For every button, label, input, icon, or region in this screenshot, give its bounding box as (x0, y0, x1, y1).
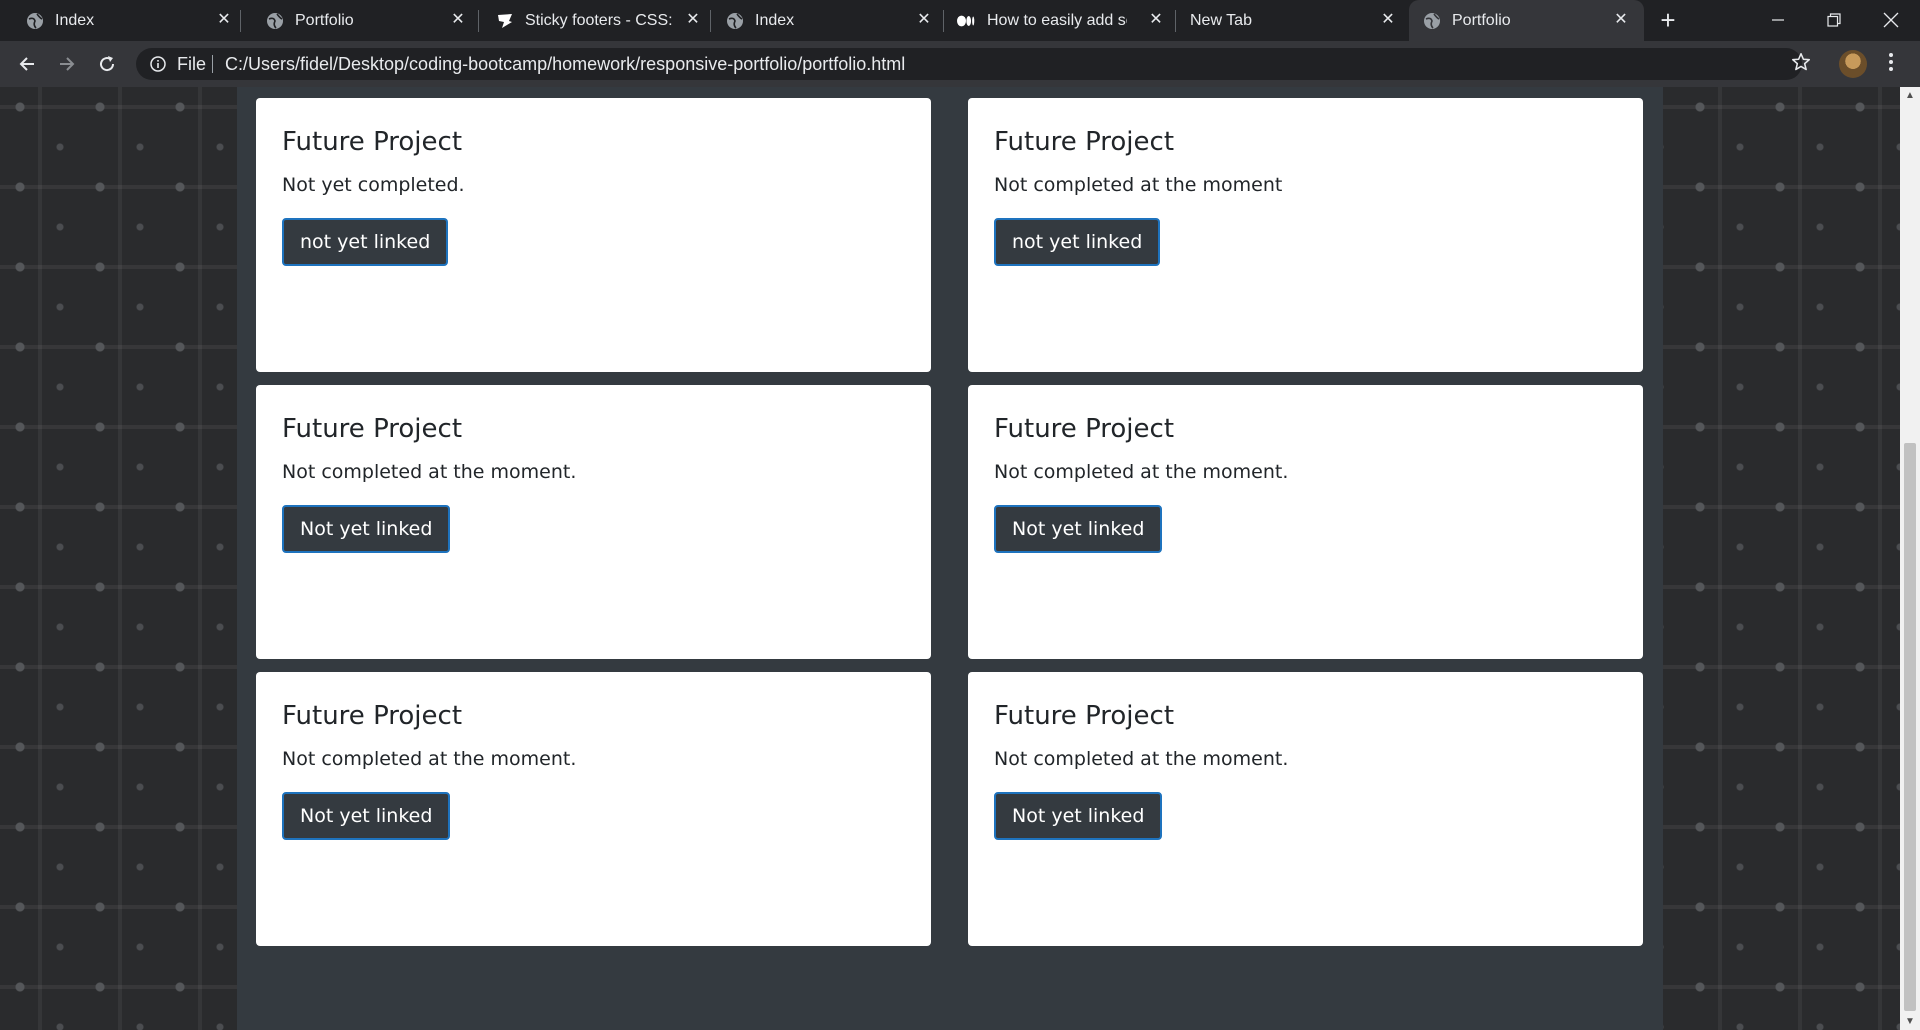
page-scrollbar[interactable]: ▲ ▼ (1900, 87, 1920, 1030)
tab-strip: Index ✕ Portfolio ✕ Sticky footers - CSS… (0, 0, 1920, 41)
project-card: Future Project Not completed at the mome… (968, 672, 1643, 946)
scroll-down-arrow-icon[interactable]: ▼ (1900, 1013, 1920, 1030)
close-icon[interactable]: ✕ (214, 10, 234, 30)
info-icon[interactable] (150, 56, 166, 72)
scrollbar-thumb[interactable] (1904, 443, 1916, 1011)
globe-icon (26, 12, 44, 30)
project-link-button[interactable]: not yet linked (282, 218, 449, 266)
tab-sticky-footers[interactable]: Sticky footers - CSS: Ca ✕ (470, 0, 708, 41)
close-window-icon[interactable] (1871, 4, 1911, 36)
url-text[interactable]: C:/Users/fidel/Desktop/coding-bootcamp/h… (225, 54, 905, 74)
close-icon[interactable]: ✕ (1611, 10, 1631, 30)
tab-title: Index (55, 12, 95, 29)
tab-title: Sticky footers - CSS: Ca (525, 12, 675, 29)
project-link-button[interactable]: Not yet linked (282, 505, 451, 553)
card-title: Future Project (282, 414, 463, 444)
bookmark-star-icon[interactable] (1790, 51, 1814, 75)
scheme-label: File (177, 54, 207, 74)
tab-title: Portfolio (295, 12, 354, 29)
page-viewport: Future Project Not yet completed. not ye… (0, 87, 1900, 1030)
reload-icon[interactable] (93, 50, 121, 78)
scroll-up-arrow-icon[interactable]: ▲ (1900, 87, 1920, 104)
card-title: Future Project (994, 414, 1175, 444)
portfolio-container: Future Project Not yet completed. not ye… (237, 87, 1663, 1030)
globe-icon (726, 12, 744, 30)
card-text: Not yet completed. (282, 174, 465, 196)
globe-icon (1423, 12, 1441, 30)
project-link-button[interactable]: not yet linked (994, 218, 1161, 266)
address-bar[interactable]: File C:/Users/fidel/Desktop/coding-bootc… (136, 48, 1802, 80)
more-menu-icon[interactable] (1884, 51, 1898, 75)
address-divider (212, 55, 213, 73)
project-link-button[interactable]: Not yet linked (994, 505, 1163, 553)
card-text: Not completed at the moment. (282, 461, 577, 483)
forward-arrow-icon[interactable] (53, 50, 81, 78)
back-arrow-icon[interactable] (13, 50, 41, 78)
card-title: Future Project (994, 127, 1175, 157)
project-card: Future Project Not completed at the mome… (968, 98, 1643, 372)
card-text: Not completed at the moment. (282, 748, 577, 770)
tab-index-2[interactable]: Index ✕ (700, 0, 940, 41)
tab-portfolio-1[interactable]: Portfolio ✕ (240, 0, 476, 41)
close-icon[interactable]: ✕ (1146, 10, 1166, 30)
new-tab-button[interactable]: + (1656, 7, 1680, 33)
tab-title: New Tab (1190, 12, 1252, 29)
project-card: Future Project Not yet completed. not ye… (256, 98, 931, 372)
project-card: Future Project Not completed at the mome… (256, 385, 931, 659)
close-icon[interactable]: ✕ (448, 10, 468, 30)
tab-new-tab[interactable]: New Tab ✕ (1175, 0, 1407, 41)
card-text: Not completed at the moment (994, 174, 1283, 196)
card-text: Not completed at the moment. (994, 748, 1289, 770)
globe-icon (266, 12, 284, 30)
tab-title: How to easily add scre (987, 12, 1127, 29)
tab-index-1[interactable]: Index ✕ (0, 0, 238, 41)
browser-toolbar: File C:/Users/fidel/Desktop/coding-bootc… (0, 41, 1920, 87)
tab-title: Portfolio (1452, 12, 1511, 29)
card-text: Not completed at the moment. (994, 461, 1289, 483)
close-icon[interactable]: ✕ (914, 10, 934, 30)
css-tricks-icon (496, 12, 514, 30)
project-link-button[interactable]: Not yet linked (282, 792, 451, 840)
medium-icon (957, 12, 975, 30)
profile-avatar[interactable] (1839, 50, 1867, 78)
tab-portfolio-active[interactable]: Portfolio ✕ (1409, 0, 1644, 41)
project-card: Future Project Not completed at the mome… (968, 385, 1643, 659)
project-card: Future Project Not completed at the mome… (256, 672, 931, 946)
close-icon[interactable]: ✕ (1378, 10, 1398, 30)
card-title: Future Project (282, 701, 463, 731)
restore-icon[interactable] (1814, 4, 1854, 36)
card-title: Future Project (994, 701, 1175, 731)
card-title: Future Project (282, 127, 463, 157)
tab-how-to-add-screenshots[interactable]: How to easily add scre ✕ (935, 0, 1175, 41)
tab-title: Index (755, 12, 795, 29)
minimize-icon[interactable] (1758, 4, 1798, 36)
project-link-button[interactable]: Not yet linked (994, 792, 1163, 840)
